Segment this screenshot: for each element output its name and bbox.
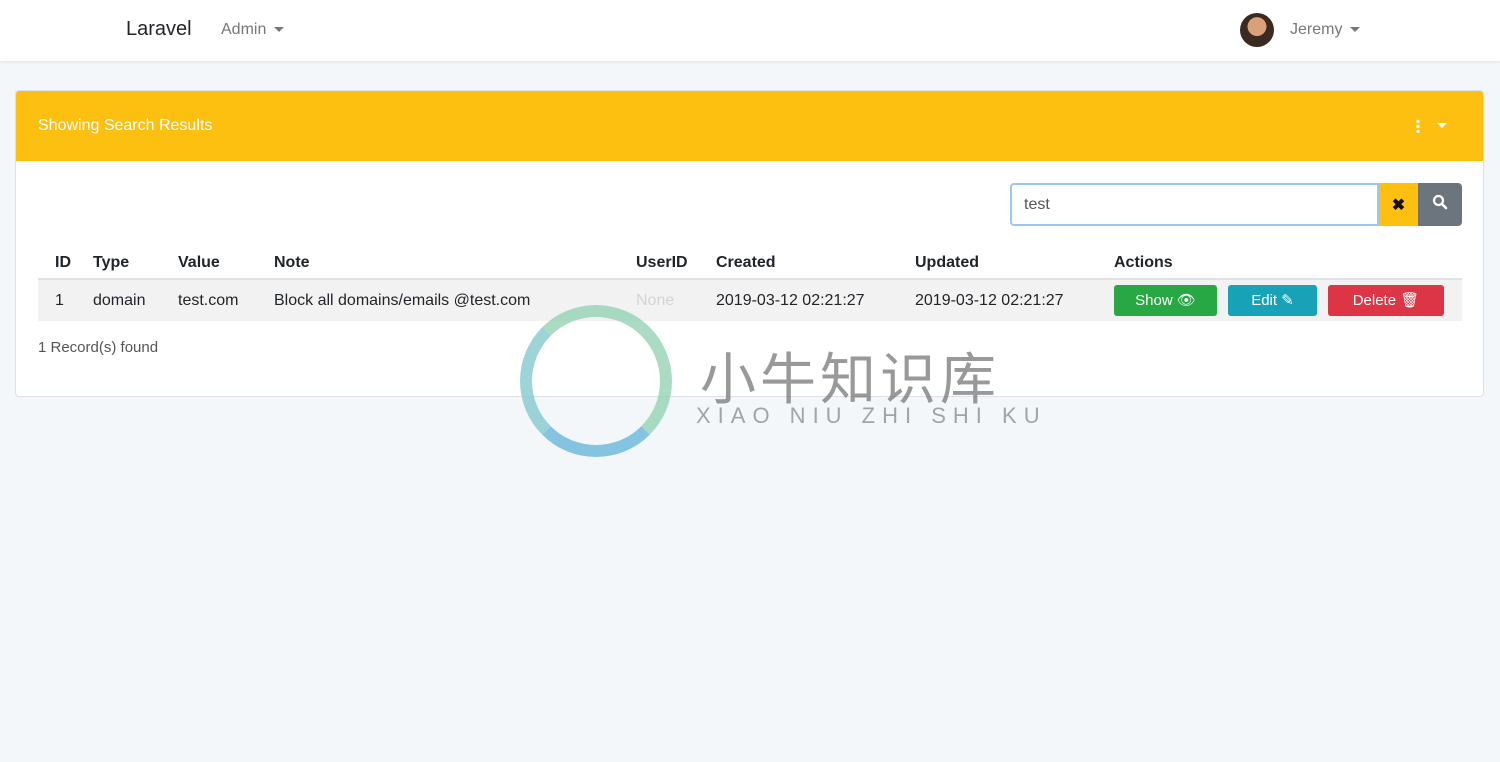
col-note: Note [257, 243, 619, 280]
brand-link[interactable]: Laravel [126, 18, 192, 41]
cell-id: 1 [38, 279, 76, 321]
avatar[interactable] [1240, 13, 1274, 47]
col-actions: Actions [1097, 243, 1462, 280]
cell-userid: None [619, 279, 699, 321]
user-label: Jeremy [1290, 21, 1343, 38]
cell-note: Block all domains/emails @test.com [257, 279, 619, 321]
table-row: 1 domain test.com Block all domains/emai… [38, 279, 1462, 321]
col-id: ID [38, 243, 76, 280]
record-count: 1 Record(s) found [38, 339, 159, 356]
results-table: ID Type Value Note UserID Created Update… [38, 243, 1462, 321]
col-updated: Updated [898, 243, 1097, 280]
show-button[interactable]: Show 👁 [1114, 285, 1217, 316]
delete-button[interactable]: Delete 🗑 [1328, 285, 1444, 316]
navbar: Laravel Admin Jeremy [0, 0, 1500, 61]
cell-updated: 2019-03-12 02:21:27 [898, 279, 1097, 321]
cell-type: domain [76, 279, 161, 321]
trash-icon: 🗑 [1400, 292, 1420, 309]
clear-search-button[interactable]: ✖ [1379, 183, 1418, 226]
col-type: Type [76, 243, 161, 280]
admin-dropdown[interactable]: Admin [221, 21, 285, 39]
eye-icon: 👁 [1176, 292, 1196, 309]
results-card: Showing Search Results ✖ ID Type Value N… [15, 90, 1484, 397]
cell-value: test.com [161, 279, 257, 321]
watermark-en: XIAO NIU ZHI SHI KU [696, 403, 1047, 428]
user-dropdown[interactable]: Jeremy [1290, 21, 1361, 39]
cell-created: 2019-03-12 02:21:27 [699, 279, 898, 321]
delete-label: Delete [1352, 292, 1397, 309]
caret-down-icon[interactable] [1437, 123, 1447, 128]
pencil-icon: ✎ [1281, 292, 1294, 309]
search-icon [1432, 194, 1448, 210]
close-icon: ✖ [1391, 196, 1406, 214]
edit-button[interactable]: Edit ✎ [1228, 285, 1317, 316]
col-created: Created [699, 243, 898, 280]
edit-label: Edit [1251, 292, 1278, 309]
cell-actions: Show 👁 Edit ✎ Delete 🗑 [1097, 279, 1462, 321]
col-userid: UserID [619, 243, 699, 280]
caret-down-icon [1350, 27, 1361, 33]
col-value: Value [161, 243, 257, 280]
admin-label: Admin [221, 21, 267, 38]
caret-down-icon [274, 27, 285, 33]
card-title: Showing Search Results [38, 117, 213, 134]
show-label: Show [1135, 292, 1173, 309]
card-header: Showing Search Results [16, 91, 1483, 161]
more-vertical-icon[interactable] [1416, 119, 1420, 133]
search-button[interactable] [1418, 183, 1462, 226]
search-input[interactable] [1010, 183, 1379, 226]
